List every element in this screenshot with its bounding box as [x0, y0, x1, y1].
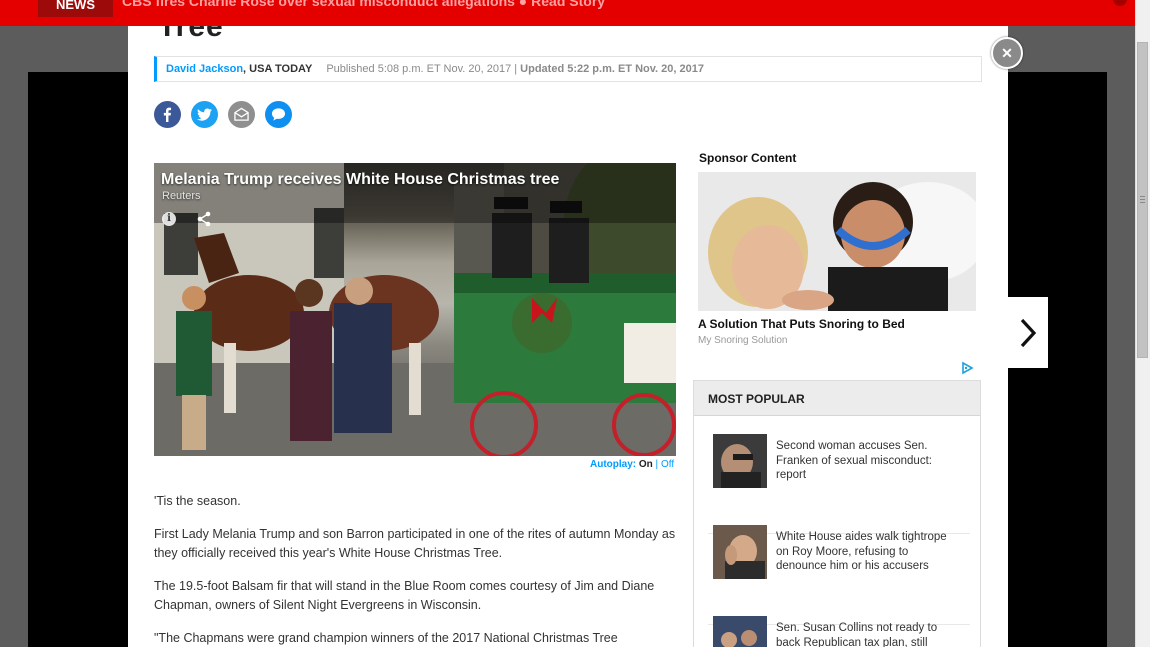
- article-title: Tree: [158, 26, 224, 43]
- video-player[interactable]: Melania Trump receives White House Chris…: [154, 163, 676, 456]
- breaking-headline[interactable]: CBS fires Charlie Rose over sexual misco…: [122, 0, 605, 8]
- sponsor-image[interactable]: [698, 172, 976, 311]
- most-popular-item[interactable]: Sen. Susan Collins not ready to back Rep…: [713, 616, 973, 647]
- sponsor-photo: [698, 172, 976, 311]
- most-popular-thumbnail: [713, 434, 767, 488]
- autoplay-off[interactable]: Off: [661, 459, 674, 470]
- most-popular-panel: MOST POPULAR Second woman accuses Sen. F…: [693, 380, 981, 647]
- article-paragraph: 'Tis the season.: [154, 494, 241, 508]
- video-frame-image: [154, 163, 676, 456]
- facebook-share-button[interactable]: [154, 101, 181, 128]
- facebook-icon: [163, 107, 172, 122]
- article-modal: Tree David Jackson, USA TODAY Published 5…: [128, 26, 1008, 647]
- autoplay-toggle: Autoplay: On | Off: [590, 459, 674, 470]
- most-popular-item[interactable]: Second woman accuses Sen. Franken of sex…: [713, 434, 973, 494]
- most-popular-item[interactable]: White House aides walk tightrope on Roy …: [713, 525, 973, 585]
- most-popular-thumbnail: [713, 616, 767, 647]
- article-body: 'Tis the season. First Lady Melania Trum…: [154, 492, 680, 647]
- twitter-share-button[interactable]: [191, 101, 218, 128]
- updated-time: Updated 5:22 p.m. ET Nov. 20, 2017: [520, 63, 704, 75]
- close-icon[interactable]: ✕: [991, 37, 1023, 69]
- most-popular-title: Second woman accuses Sen. Franken of sex…: [776, 440, 932, 481]
- article-paragraph: The 19.5-foot Balsam fir that will stand…: [154, 579, 655, 612]
- banner-close-icon[interactable]: [1113, 0, 1127, 6]
- comment-icon: [271, 108, 286, 121]
- sponsor-source[interactable]: My Snoring Solution: [698, 335, 788, 346]
- autoplay-label: Autoplay:: [590, 459, 637, 470]
- email-share-button[interactable]: [228, 101, 255, 128]
- byline: David Jackson, USA TODAY Published 5:08 p…: [154, 56, 982, 82]
- most-popular-thumbnail: [713, 525, 767, 579]
- most-popular-heading: MOST POPULAR: [694, 381, 980, 416]
- chevron-right-icon: [1020, 318, 1037, 347]
- info-icon[interactable]: i: [162, 212, 176, 226]
- email-icon: [234, 107, 249, 121]
- published-time: Published 5:08 p.m. ET Nov. 20, 2017 |: [326, 63, 521, 75]
- adchoices-icon[interactable]: [960, 361, 974, 375]
- video-source: Reuters: [162, 190, 201, 202]
- author-link[interactable]: David Jackson: [166, 63, 243, 75]
- video-title[interactable]: Melania Trump receives White House Chris…: [161, 171, 559, 189]
- article-paragraph: "The Chapmans were grand champion winner…: [154, 631, 618, 645]
- most-popular-title: White House aides walk tightrope on Roy …: [776, 531, 947, 572]
- autoplay-separator: |: [652, 459, 661, 470]
- news-tag: NEWS: [38, 0, 113, 17]
- sponsor-title[interactable]: A Solution That Puts Snoring to Bed: [698, 317, 905, 331]
- author-org: , USA TODAY: [243, 63, 313, 75]
- sponsor-heading: Sponsor Content: [699, 151, 797, 165]
- twitter-icon: [197, 108, 212, 121]
- scrollbar-grip-icon: [1140, 196, 1145, 203]
- article-paragraph: First Lady Melania Trump and son Barron …: [154, 527, 676, 560]
- most-popular-title: Sen. Susan Collins not ready to back Rep…: [776, 622, 938, 647]
- autoplay-on[interactable]: On: [639, 459, 653, 470]
- comment-share-button[interactable]: [265, 101, 292, 128]
- share-icon[interactable]: [196, 211, 212, 227]
- breaking-news-bar[interactable]: NEWS CBS fires Charlie Rose over sexual …: [0, 0, 1135, 26]
- share-bar: [154, 101, 292, 128]
- next-article-button[interactable]: [1008, 297, 1048, 368]
